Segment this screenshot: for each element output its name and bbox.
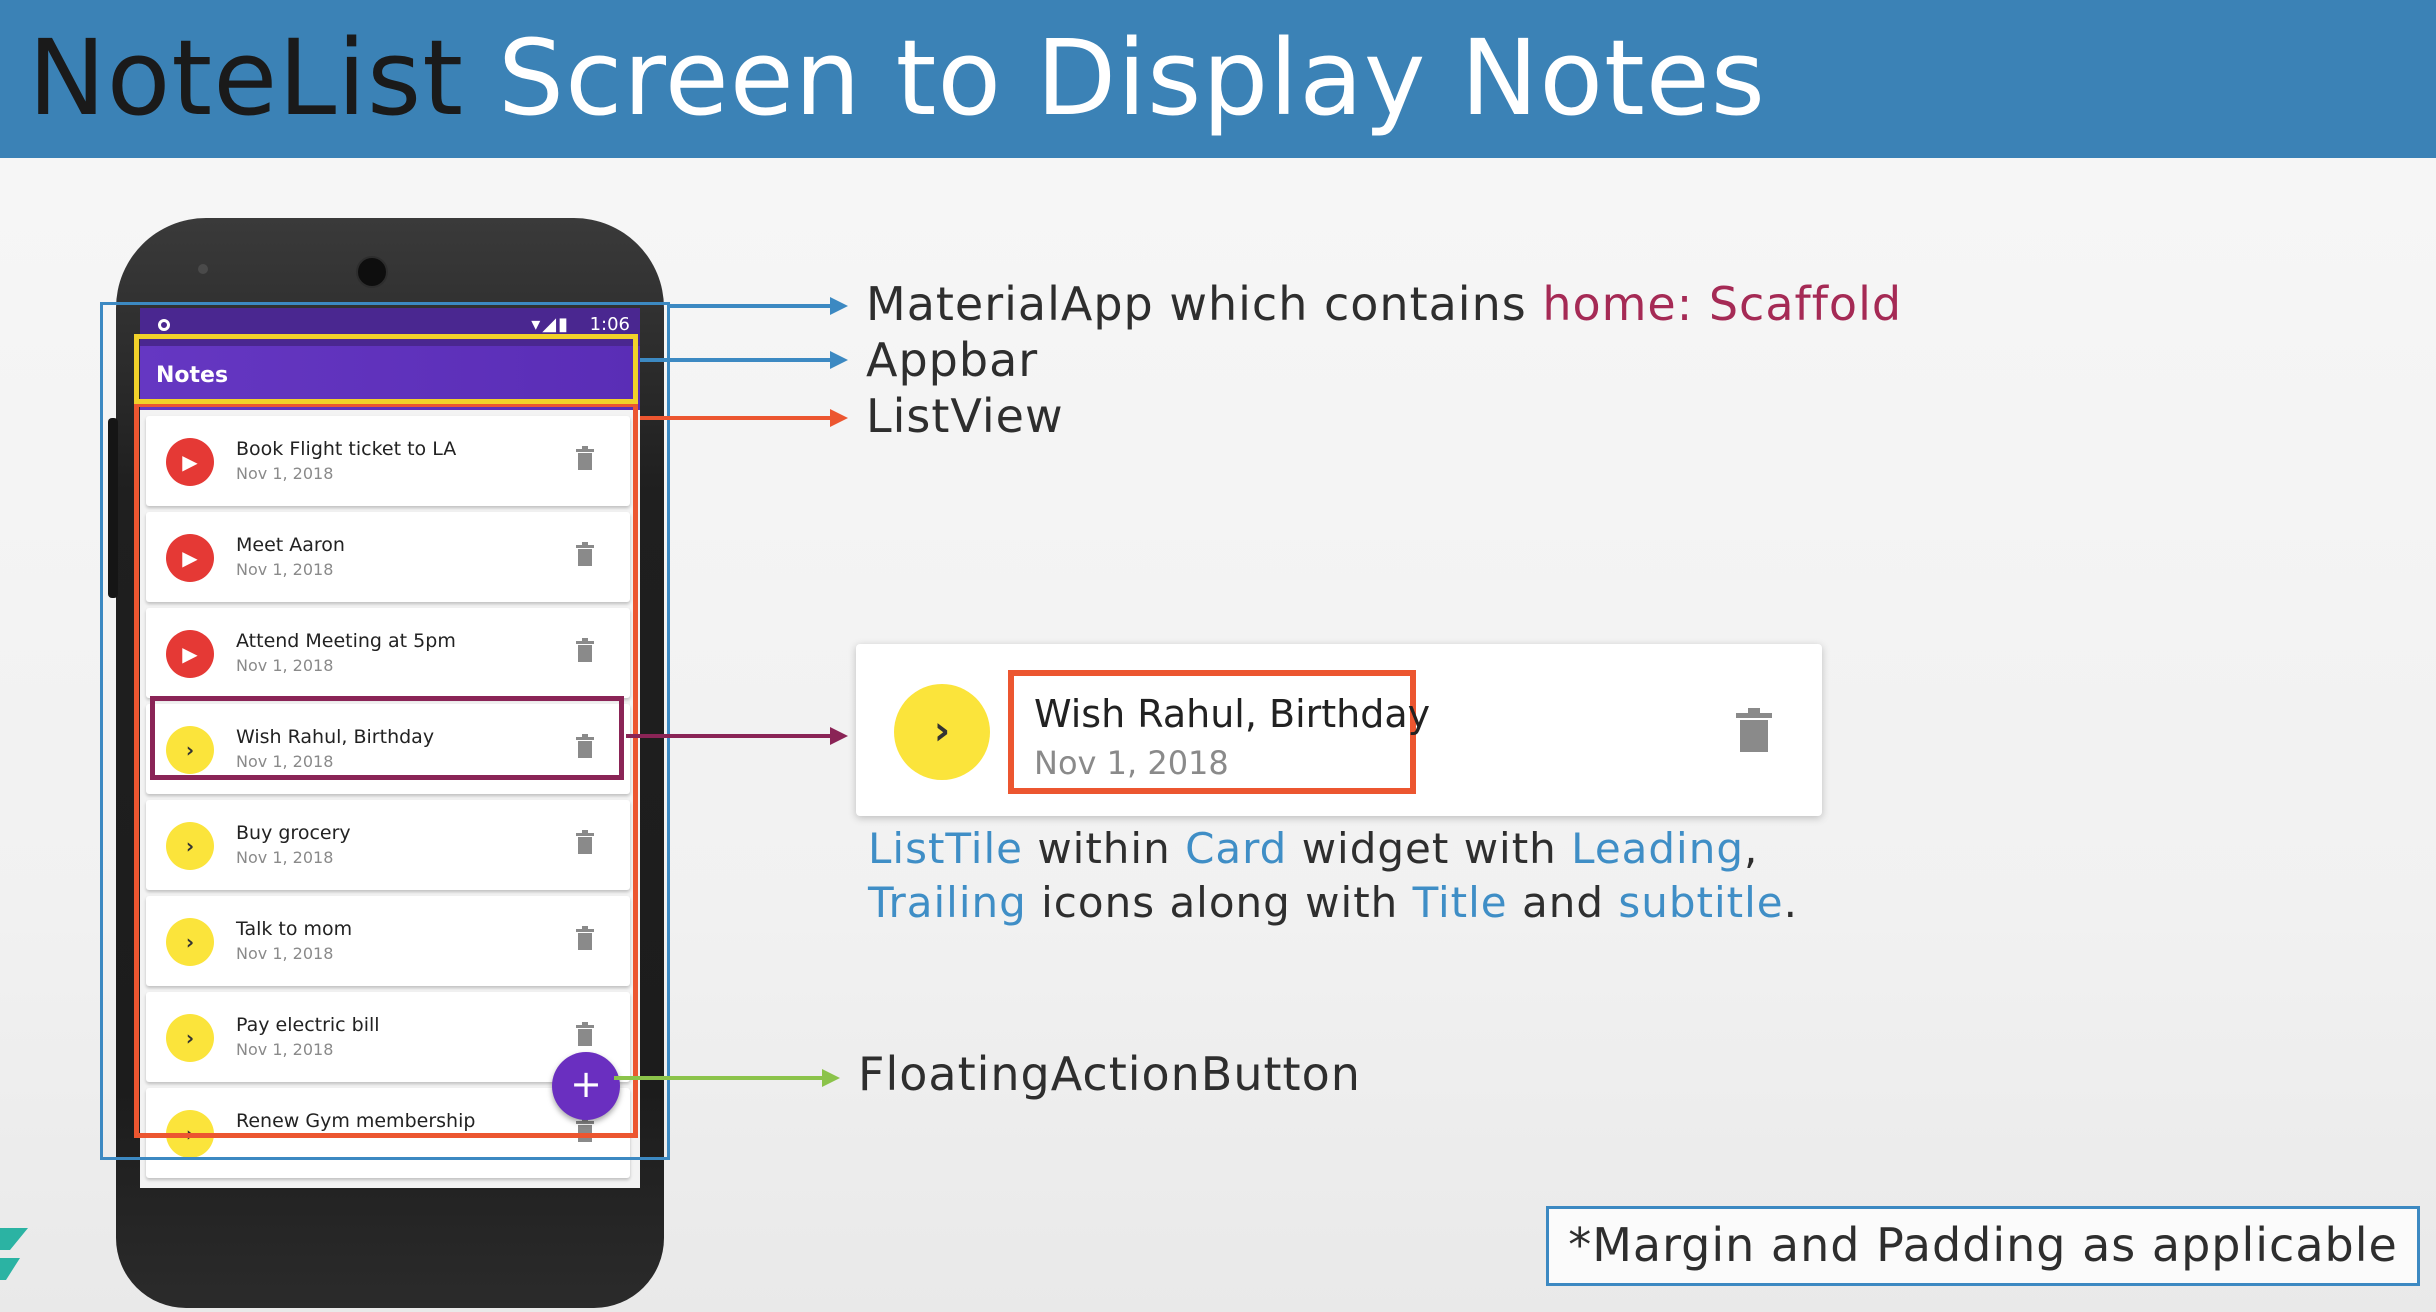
desc-text: . [1783, 878, 1799, 927]
listtile-arrow [626, 727, 848, 745]
brand-logo-icon [0, 1228, 28, 1280]
fab-label: FloatingActionButton [858, 1047, 1361, 1101]
materialapp-label: MaterialApp which contains home: Scaffol… [866, 276, 1902, 332]
term-title: Title [1412, 878, 1508, 927]
scaffold-accent: home: Scaffold [1542, 277, 1903, 331]
desc-text: within [1022, 824, 1186, 873]
delete-icon [1736, 708, 1772, 752]
materialapp-text: MaterialApp which contains [866, 277, 1543, 331]
desc-text: , [1744, 824, 1759, 873]
desc-text: icons along with [1026, 878, 1413, 927]
term-subtitle: subtitle [1618, 878, 1784, 927]
term-trailing: Trailing [868, 878, 1027, 927]
term-card: Card [1185, 824, 1288, 873]
listview-label: ListView [866, 389, 1064, 443]
materialapp-arrow [670, 297, 848, 315]
margin-padding-note: *Margin and Padding as applicable [1546, 1206, 2420, 1286]
fab-arrow [614, 1069, 840, 1087]
chevron-right-icon: › [894, 684, 990, 780]
term-leading: Leading [1571, 824, 1745, 873]
example-tile-title: Wish Rahul, Birthday [1034, 692, 1431, 736]
desc-text: widget with [1287, 824, 1572, 873]
listtile-description: ListTile within Card widget with Leading… [868, 822, 1868, 930]
example-list-tile-card: › Wish Rahul, Birthday Nov 1, 2018 [856, 644, 1822, 816]
appbar-arrow [640, 351, 848, 369]
term-listtile: ListTile [868, 824, 1023, 873]
desc-text: and [1507, 878, 1619, 927]
appbar-label: Appbar [866, 333, 1039, 387]
example-tile-subtitle: Nov 1, 2018 [1034, 744, 1229, 782]
listview-arrow [640, 409, 848, 427]
title-subtitle-highlight: Wish Rahul, Birthday Nov 1, 2018 [1008, 670, 1430, 794]
